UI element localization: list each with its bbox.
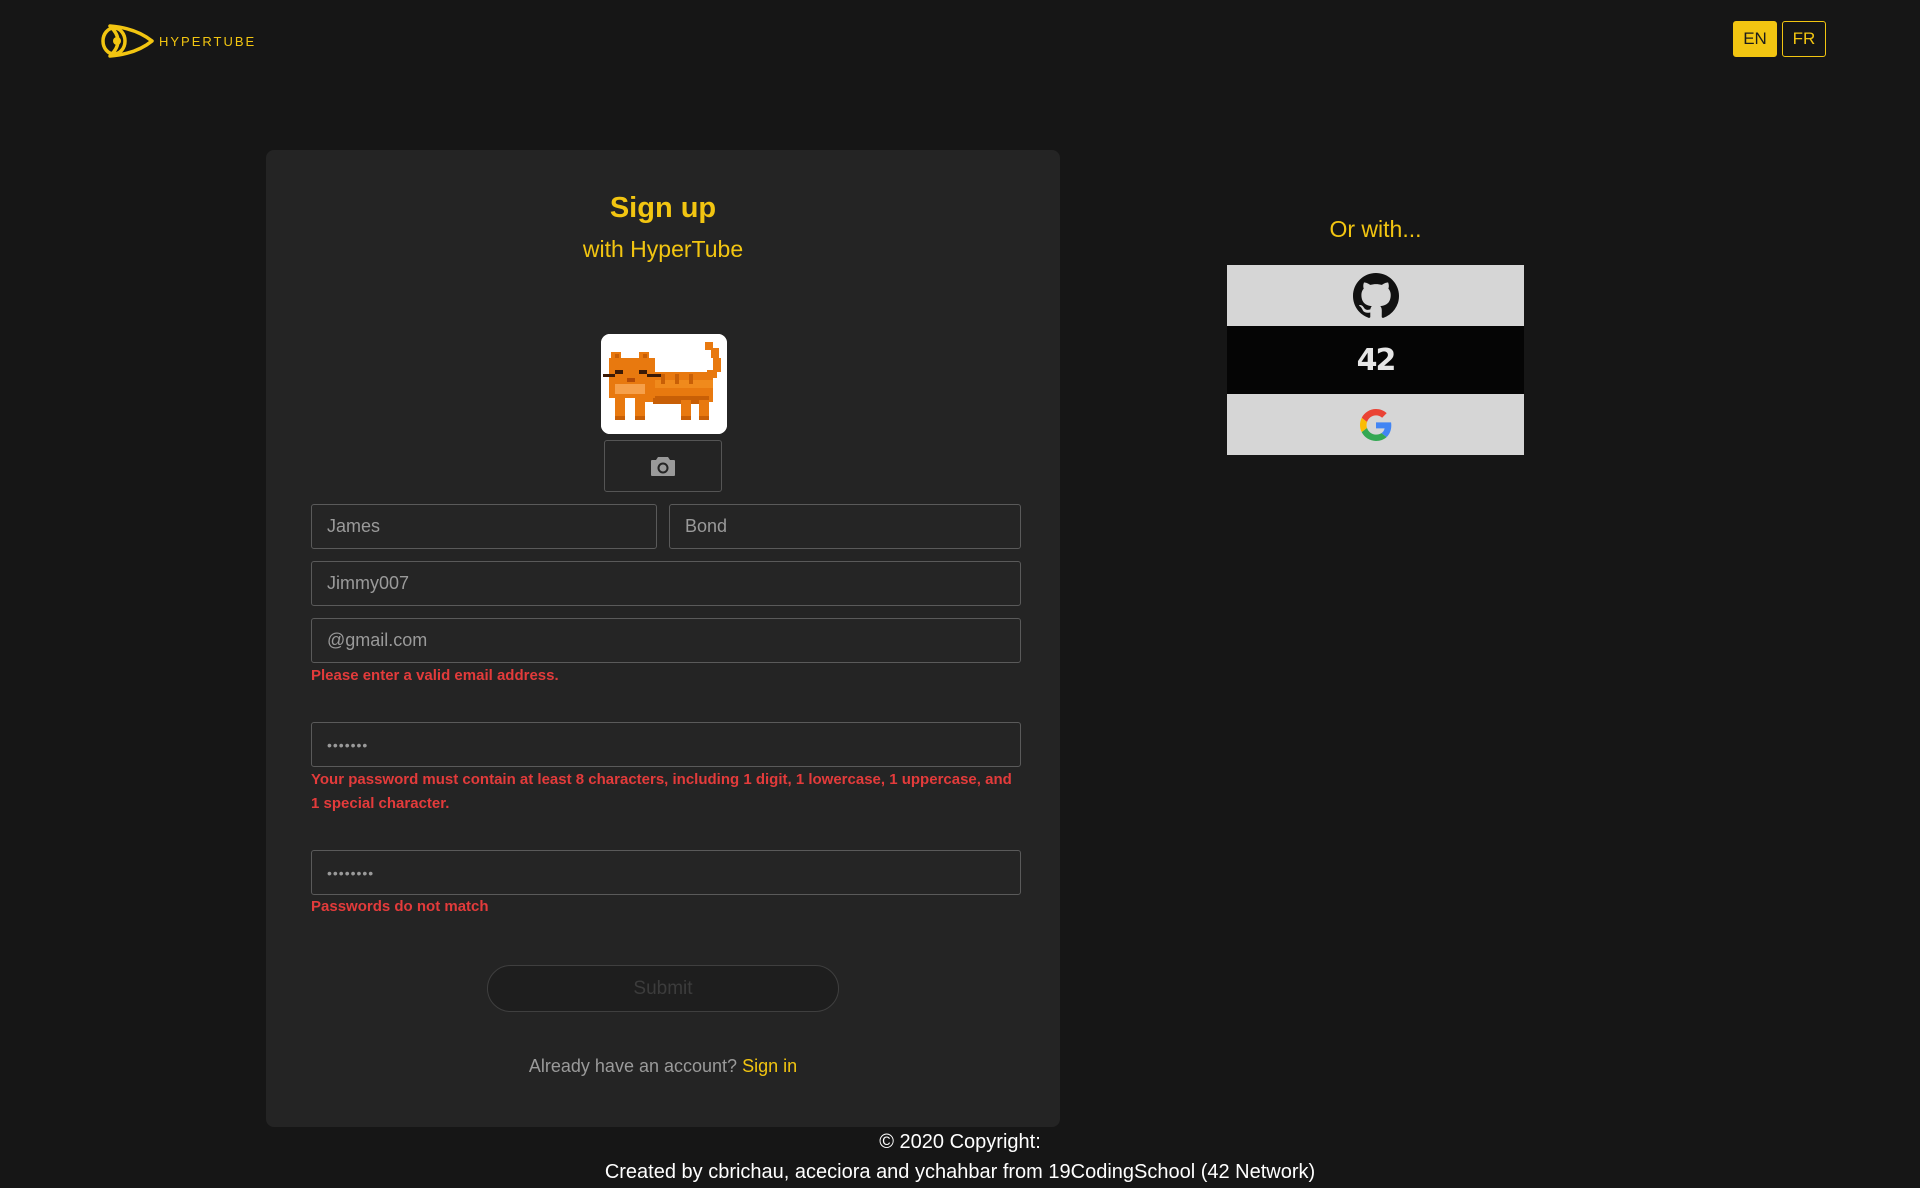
- google-login-button[interactable]: [1227, 394, 1524, 455]
- username-input[interactable]: Jimmy007: [311, 561, 1021, 606]
- signin-prompt: Already have an account? Sign in: [266, 1056, 1060, 1077]
- 42-login-button[interactable]: 42: [1227, 326, 1524, 394]
- last-name-input[interactable]: Bond: [669, 504, 1021, 549]
- confirm-password-error: Passwords do not match: [311, 898, 489, 915]
- signin-link[interactable]: Sign in: [742, 1056, 797, 1076]
- submit-button[interactable]: Submit: [487, 965, 839, 1012]
- password-error: Your password must contain at least 8 ch…: [311, 771, 1012, 812]
- upload-photo-button[interactable]: [604, 440, 722, 492]
- oauth-heading: Or with...: [1329, 216, 1422, 242]
- signup-title: Sign up: [609, 192, 717, 224]
- password-input[interactable]: •••••••: [311, 722, 1021, 767]
- footer-credits: Created by cbrichau, aceciora and ychahb…: [604, 1161, 1316, 1183]
- logo-text: HYPERTUBE: [159, 33, 257, 49]
- footer-copyright: © 2020 Copyright:: [879, 1131, 1041, 1153]
- logo[interactable]: HYPERTUBE: [100, 20, 256, 62]
- already-have-account-text: Already have an account?: [528, 1056, 738, 1076]
- email-input[interactable]: @gmail.com: [311, 618, 1021, 663]
- avatar-image: [601, 334, 727, 434]
- github-icon: [1352, 272, 1399, 318]
- first-name-input[interactable]: James: [311, 504, 657, 549]
- github-login-button[interactable]: [1227, 265, 1524, 326]
- google-icon: [1359, 408, 1391, 441]
- pixel-cat-image: [601, 334, 727, 434]
- confirm-password-input[interactable]: ••••••••: [311, 850, 1021, 895]
- signup-card: Sign up with HyperTube James Bond Jimmy0…: [266, 150, 1060, 1127]
- lang-fr-button[interactable]: FR: [1782, 21, 1826, 57]
- 42-icon: 42: [1356, 342, 1397, 378]
- email-error: Please enter a valid email address.: [311, 667, 559, 684]
- signup-subtitle: with HyperTube: [582, 236, 744, 262]
- lang-en-button[interactable]: EN: [1733, 21, 1777, 57]
- logo-eye-icon: [101, 24, 154, 58]
- camera-icon: [651, 457, 675, 476]
- header: HYPERTUBE EN FR: [0, 0, 1920, 80]
